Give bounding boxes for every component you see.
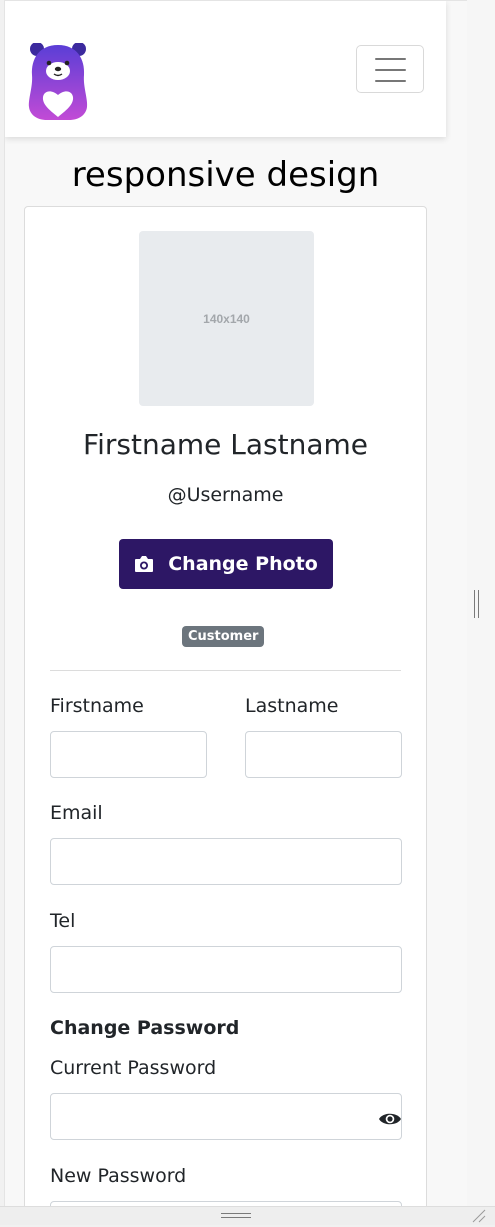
firstname-input[interactable] (50, 731, 207, 778)
resize-grip-icon[interactable] (470, 1208, 486, 1223)
tel-label: Tel (50, 910, 76, 932)
profile-card: 140x140 Firstname Lastname @Username Cha… (24, 206, 427, 1207)
camera-icon (135, 556, 154, 572)
app-viewport: responsive design 140x140 Firstname Last… (4, 0, 467, 1207)
email-label: Email (50, 802, 103, 824)
change-photo-label: Change Photo (168, 553, 318, 575)
tel-input[interactable] (50, 946, 402, 993)
change-password-heading: Change Password (50, 1017, 240, 1039)
new-password-label: New Password (50, 1165, 187, 1187)
bottom-resize-handle[interactable] (221, 1213, 251, 1219)
bear-heart-logo-icon[interactable] (25, 42, 91, 121)
current-password-label: Current Password (50, 1057, 217, 1079)
top-navbar (5, 1, 446, 137)
page-heading: responsive design (71, 155, 380, 195)
firstname-label: Firstname (50, 695, 144, 717)
lastname-input[interactable] (245, 731, 402, 778)
profile-image-placeholder: 140x140 (139, 231, 314, 406)
section-divider (50, 670, 401, 671)
email-input[interactable] (50, 838, 402, 885)
side-resize-handle[interactable] (474, 590, 480, 618)
change-photo-button[interactable]: Change Photo (119, 539, 333, 589)
eye-icon[interactable] (378, 1111, 402, 1127)
profile-username: @Username (167, 484, 284, 506)
navbar-toggle-button[interactable] (356, 45, 424, 93)
hamburger-menu-icon (375, 58, 406, 60)
role-badge: Customer (182, 626, 265, 647)
current-password-input[interactable] (50, 1093, 402, 1140)
profile-full-name: Firstname Lastname (83, 428, 368, 461)
window-side-panel (466, 0, 495, 1206)
lastname-label: Lastname (245, 695, 339, 717)
